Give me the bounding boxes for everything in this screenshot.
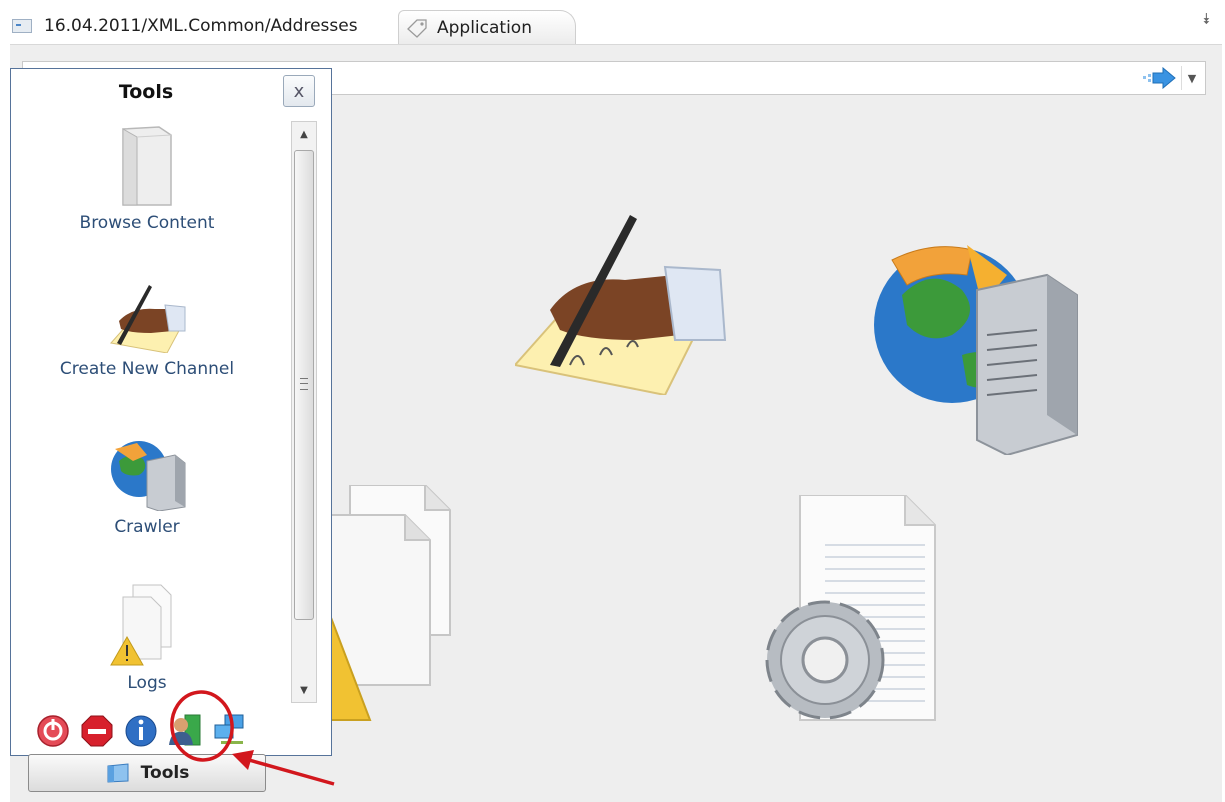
tag-icon xyxy=(407,18,427,38)
scroll-up-icon[interactable]: ▲ xyxy=(292,122,316,146)
globe-server-icon xyxy=(111,441,186,511)
close-button[interactable]: x xyxy=(283,75,315,107)
tool-logs-label: Logs xyxy=(127,673,167,693)
tools-panel-title: Tools xyxy=(118,81,174,103)
tab-document-label: 16.04.2011/XML.Common/Addresses xyxy=(44,16,358,36)
tools-button[interactable]: Tools xyxy=(28,754,266,792)
signing-hand-icon xyxy=(110,285,186,353)
forward-arrow-icon[interactable] xyxy=(1141,67,1177,89)
tool-browse-content[interactable]: Browse Content xyxy=(11,125,283,233)
scrollbar-thumb[interactable] xyxy=(294,150,314,620)
tab-application[interactable]: Application xyxy=(398,10,576,44)
tab-application-label: Application xyxy=(437,17,532,38)
scroll-down-icon[interactable]: ▼ xyxy=(292,678,316,702)
binder-icon xyxy=(122,126,172,206)
globe-server-large-icon[interactable] xyxy=(872,205,1082,455)
tool-create-new-channel[interactable]: Create New Channel xyxy=(11,281,283,379)
tool-logs[interactable]: Logs xyxy=(11,583,283,693)
tools-panel-icon xyxy=(107,763,129,783)
dropdown-arrow-icon[interactable]: ▼ xyxy=(1181,66,1202,90)
chevron-double-down-icon[interactable]: ⯯ xyxy=(1202,10,1211,28)
network-icon[interactable] xyxy=(211,711,247,747)
power-icon[interactable] xyxy=(35,711,71,747)
stop-icon[interactable] xyxy=(79,711,115,747)
settings-document-large-icon[interactable] xyxy=(755,495,945,735)
tools-button-label: Tools xyxy=(140,763,190,783)
signing-hand-large-icon[interactable] xyxy=(515,215,730,395)
info-icon[interactable] xyxy=(123,711,159,747)
log-pages-large-icon[interactable] xyxy=(330,485,470,725)
tool-crawler[interactable]: Crawler xyxy=(11,431,283,537)
tools-quick-actions xyxy=(35,711,247,751)
tools-panel: Tools x Browse Content Create New Channe… xyxy=(10,68,332,756)
tool-crawler-label: Crawler xyxy=(114,517,180,537)
tool-create-new-channel-label: Create New Channel xyxy=(59,359,235,379)
tools-scrollbar[interactable]: ▲ ▼ xyxy=(291,121,317,703)
document-icon xyxy=(12,19,32,33)
log-warning-icon xyxy=(110,584,172,666)
user-icon[interactable] xyxy=(167,711,203,747)
tool-browse-content-label: Browse Content xyxy=(79,213,215,233)
tab-document[interactable]: 16.04.2011/XML.Common/Addresses xyxy=(12,11,358,41)
tab-bar: 16.04.2011/XML.Common/Addresses Applicat… xyxy=(0,0,1225,44)
